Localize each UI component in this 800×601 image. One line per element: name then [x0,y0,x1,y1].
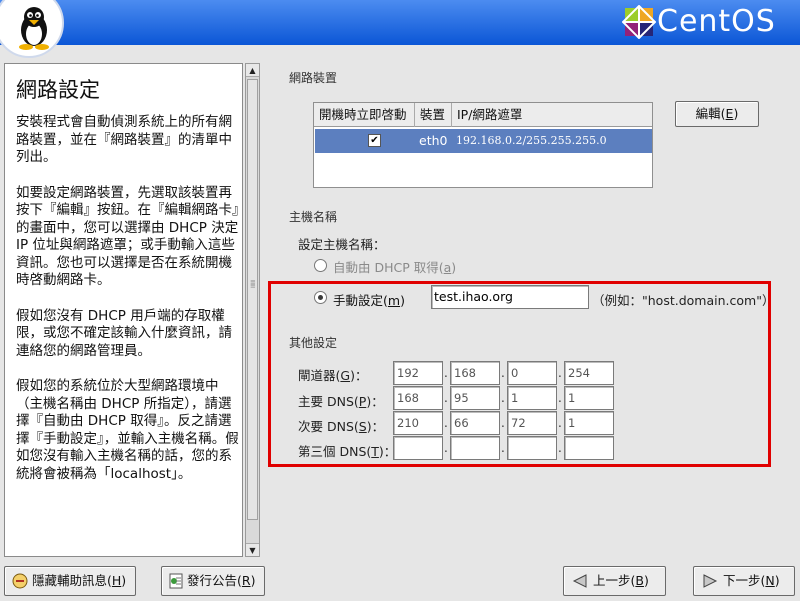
secondary-dns-octet-3[interactable]: 72 [507,411,557,435]
gateway-octet-2[interactable]: 168 [450,361,500,385]
set-hostname-label: 設定主機名稱： [298,237,386,252]
dhcp-hostname-label[interactable]: 自動由 DHCP 取得(a) [333,257,456,276]
gateway-label: 閘道器(G)： [298,368,368,383]
octet-separator: . [444,366,448,380]
secondary-dns-octet-2[interactable]: 66 [450,411,500,435]
hostname-input[interactable]: test.ihao.org [431,285,589,309]
octet-separator: . [444,391,448,405]
release-notes-icon [169,573,183,589]
table-header: 開機時立即啓動 裝置 IP/網路遮罩 [314,103,652,127]
misc-settings-heading: 其他設定 [289,336,338,350]
hostname-example: （例如："host.domain.com"） [592,293,775,308]
help-title: 網路設定 [16,78,100,102]
octet-separator: . [444,441,448,455]
help-pane: 網路設定 安裝程式會自動偵測系統上的所有網路裝置，並在『網路裝置』的清單中列出。… [4,63,243,557]
scroll-down-arrow-icon[interactable]: ▼ [246,543,259,556]
hide-help-button[interactable]: 隱藏輔助訊息(H) [4,566,136,596]
tux-penguin-icon [19,7,49,50]
primary-dns-label: 主要 DNS(P)： [298,394,384,409]
tertiary-dns-octet-2[interactable] [450,436,500,460]
centos-logo: CentOS [620,2,798,42]
tux-logo [0,0,64,58]
next-arrow-icon [703,574,718,588]
tertiary-dns-label: 第三個 DNS(T)： [298,444,397,459]
release-notes-button[interactable]: 發行公告(R) [161,566,265,596]
centos-emblem-icon [622,5,656,39]
next-button[interactable]: 下一步(N) [693,566,795,596]
gateway-octet-4[interactable]: 254 [564,361,614,385]
help-paragraph: 安裝程式會自動偵測系統上的所有網路裝置，並在『網路裝置』的清單中列出。 [16,114,232,165]
dhcp-hostname-radio[interactable] [314,259,327,272]
onboot-checkbox[interactable]: ✔ [368,134,381,147]
octet-separator: . [558,441,562,455]
octet-separator: . [558,416,562,430]
octet-separator: . [501,441,505,455]
scrollbar-thumb[interactable]: ≡ ≡ [247,79,258,520]
hide-help-icon [12,573,28,589]
secondary-dns-octet-4[interactable]: 1 [564,411,614,435]
manual-hostname-label[interactable]: 手動設定(m) [333,290,405,309]
tertiary-dns-octet-1[interactable] [393,436,443,460]
octet-separator: . [501,416,505,430]
octet-separator: . [558,391,562,405]
octet-separator: . [501,366,505,380]
tertiary-dns-octet-4[interactable] [564,436,614,460]
primary-dns-octet-3[interactable]: 1 [507,386,557,410]
grip-icon: ≡ ≡ [250,278,256,290]
manual-hostname-radio[interactable] [314,291,327,304]
secondary-dns-octet-1[interactable]: 210 [393,411,443,435]
primary-dns-octet-4[interactable]: 1 [564,386,614,410]
hostname-heading: 主機名稱 [289,210,338,224]
back-button[interactable]: 上一步(B) [563,566,666,596]
device-name: eth0 [419,133,448,148]
help-scrollbar[interactable]: ▲ ≡ ≡ ▼ [245,63,260,557]
tertiary-dns-octet-3[interactable] [507,436,557,460]
octet-separator: . [501,391,505,405]
primary-dns-octet-2[interactable]: 95 [450,386,500,410]
octet-separator: . [444,416,448,430]
table-row[interactable]: ✔ eth0 192.168.0.2/255.255.255.0 [315,129,652,153]
header-bar: CentOS [0,0,800,58]
help-paragraph: 如要設定網路裝置，先選取該裝置再按下『編輯』按鈕。在『編輯網路卡』的畫面中，您可… [16,184,239,289]
octet-separator: . [558,366,562,380]
ip-mask-value: 192.168.0.2/255.255.255.0 [456,134,607,147]
column-header-ip[interactable]: IP/網路遮罩 [452,103,652,127]
scroll-up-arrow-icon[interactable]: ▲ [246,64,259,77]
edit-button[interactable]: 編輯(E) [675,101,759,127]
column-header-device[interactable]: 裝置 [415,103,452,127]
gateway-octet-3[interactable]: 0 [507,361,557,385]
network-devices-heading: 網路裝置 [289,71,338,85]
secondary-dns-label: 次要 DNS(S)： [298,419,385,434]
primary-dns-octet-1[interactable]: 168 [393,386,443,410]
network-device-table[interactable]: 開機時立即啓動 裝置 IP/網路遮罩 ✔ eth0 192.168.0.2/25… [313,102,653,188]
back-arrow-icon [572,574,587,588]
help-paragraph: 假如您的系統位於大型網路環境中（主機名稱由 DHCP 所指定），請選擇『自動由 … [16,378,239,482]
logo-text: CentOS [657,4,776,39]
help-paragraph: 假如您沒有 DHCP 用戶端的存取權限，或您不確定該輸入什麼資訊，請連絡您的網路… [16,307,232,359]
column-header-onboot[interactable]: 開機時立即啓動 [314,103,415,127]
gateway-octet-1[interactable]: 192 [393,361,443,385]
